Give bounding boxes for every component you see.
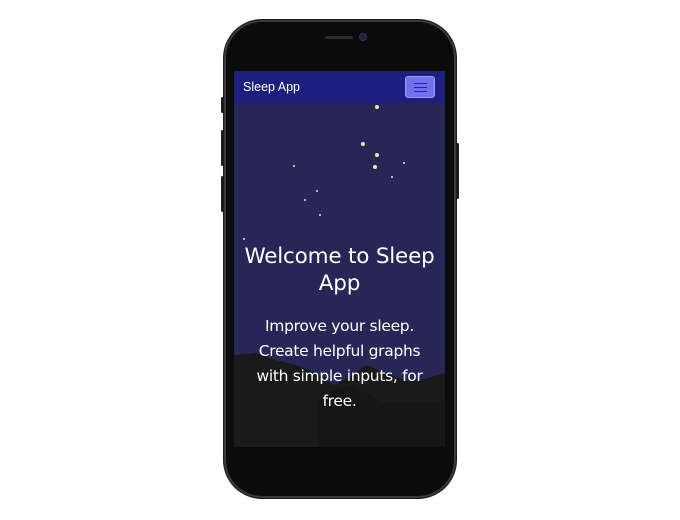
star <box>391 176 393 178</box>
star <box>316 190 318 192</box>
hero-subtitle: Improve your sleep. Create helpful graph… <box>256 317 423 410</box>
hero-section: Welcome to Sleep App Improve your sleep.… <box>234 243 445 414</box>
navbar: Sleep App <box>234 71 445 103</box>
phone-screen: Sleep App Welcome to Sleep App Improve y… <box>234 71 445 447</box>
menu-toggle-button[interactable] <box>405 76 435 98</box>
page: Sleep App Welcome to Sleep App Improve y… <box>0 0 680 520</box>
star <box>243 238 245 240</box>
star <box>375 153 379 157</box>
star <box>293 165 295 167</box>
star <box>304 199 306 201</box>
star <box>375 105 379 109</box>
phone-power-button <box>456 143 459 199</box>
phone-speaker <box>325 36 353 39</box>
star <box>319 214 321 216</box>
phone-camera-icon <box>360 34 366 40</box>
star <box>373 165 377 169</box>
star <box>403 162 405 164</box>
hero-title: Welcome to Sleep App <box>244 244 435 296</box>
star <box>361 142 365 146</box>
brand-link[interactable]: Sleep App <box>243 79 300 95</box>
